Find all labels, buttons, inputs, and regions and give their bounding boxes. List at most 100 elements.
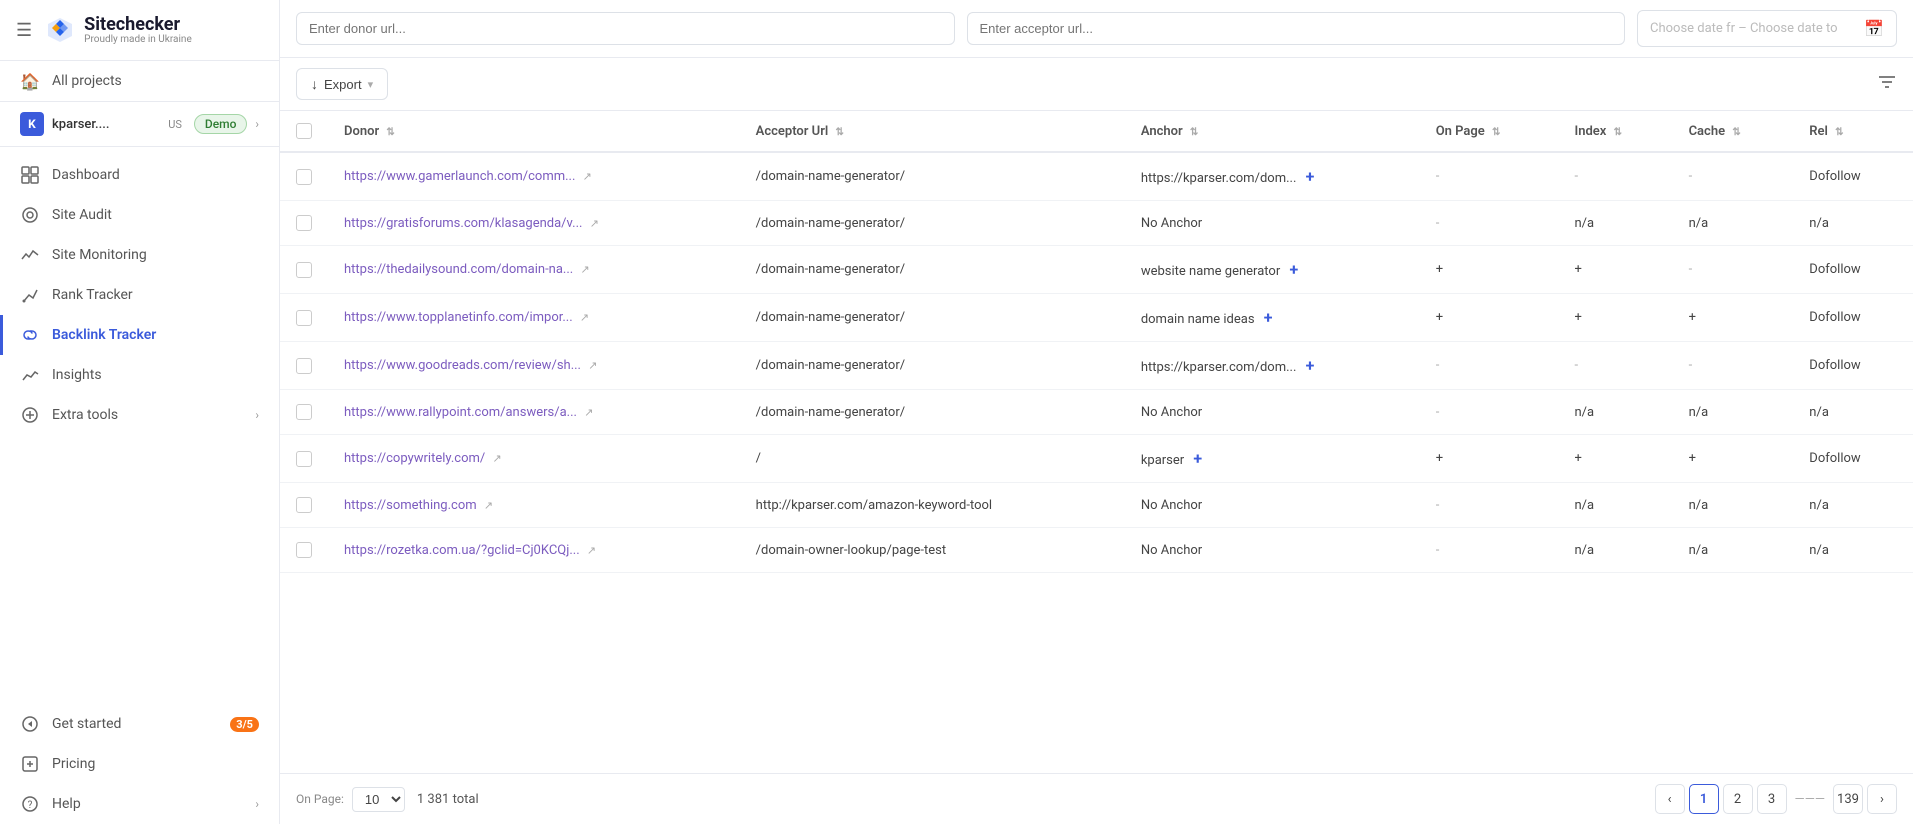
logo-text: Sitechecker xyxy=(84,16,192,34)
sidebar-item-pricing[interactable]: Pricing xyxy=(0,744,279,784)
row-checkbox[interactable] xyxy=(296,262,312,278)
on-page-value: - xyxy=(1436,216,1440,231)
on-page-column-header[interactable]: On Page ⇅ xyxy=(1420,111,1559,152)
external-link-icon: ↗ xyxy=(587,544,596,557)
project-chevron-icon[interactable]: › xyxy=(255,117,259,131)
donor-cell: https://something.com ↗ xyxy=(328,483,740,528)
prev-page-button[interactable]: ‹ xyxy=(1655,784,1685,814)
date-range-input[interactable]: Choose date fr – Choose date to 📅 xyxy=(1637,10,1897,47)
cache-value: n/a xyxy=(1689,543,1709,558)
acceptor-url-input[interactable] xyxy=(967,12,1626,45)
rel-value: n/a xyxy=(1809,543,1829,558)
anchor-expand-button[interactable]: + xyxy=(1289,260,1298,279)
project-name: kparser.... xyxy=(52,117,160,132)
cache-column-header[interactable]: Cache ⇅ xyxy=(1673,111,1794,152)
donor-link[interactable]: https://www.rallypoint.com/answers/a... xyxy=(344,405,577,420)
on-page-cell: - xyxy=(1420,342,1559,390)
sidebar-item-insights[interactable]: Insights xyxy=(0,355,279,395)
pricing-icon xyxy=(20,754,40,774)
row-checkbox[interactable] xyxy=(296,215,312,231)
sidebar-item-extra-tools[interactable]: Extra tools › xyxy=(0,395,279,435)
row-checkbox[interactable] xyxy=(296,404,312,420)
acceptor-url-value: /domain-name-generator/ xyxy=(756,358,905,373)
sidebar-item-label: Site Audit xyxy=(52,207,259,223)
anchor-expand-button[interactable]: + xyxy=(1306,167,1315,186)
on-page-cell: + xyxy=(1420,294,1559,342)
row-checkbox[interactable] xyxy=(296,358,312,374)
row-checkbox[interactable] xyxy=(296,310,312,326)
acceptor-url-value: /domain-name-generator/ xyxy=(756,405,905,420)
select-all-checkbox[interactable] xyxy=(296,123,312,139)
row-checkbox[interactable] xyxy=(296,542,312,558)
donor-link[interactable]: https://www.goodreads.com/review/sh... xyxy=(344,358,581,373)
cache-label: Cache xyxy=(1689,124,1726,139)
donor-link[interactable]: https://gratisforums.com/klasagenda/v... xyxy=(344,216,582,231)
anchor-cell: https://kparser.com/dom... + xyxy=(1125,342,1420,390)
index-column-header[interactable]: Index ⇅ xyxy=(1558,111,1672,152)
index-cell: + xyxy=(1558,294,1672,342)
filter-icon[interactable] xyxy=(1877,73,1897,96)
rank-tracker-icon xyxy=(20,285,40,305)
table-container: Donor ⇅ Acceptor Url ⇅ Anchor ⇅ On Page … xyxy=(280,111,1913,773)
table-row: https://something.com ↗ http://kparser.c… xyxy=(280,483,1913,528)
next-page-button[interactable]: › xyxy=(1867,784,1897,814)
rel-column-header[interactable]: Rel ⇅ xyxy=(1793,111,1913,152)
page-1-button[interactable]: 1 xyxy=(1689,784,1719,814)
table-row: https://copywritely.com/ ↗ / kparser + +… xyxy=(280,435,1913,483)
cache-cell: n/a xyxy=(1673,201,1794,246)
row-checkbox[interactable] xyxy=(296,497,312,513)
acceptor-url-cell: /domain-owner-lookup/page-test xyxy=(740,528,1125,573)
sidebar-item-help[interactable]: ? Help › xyxy=(0,784,279,824)
extra-tools-icon xyxy=(20,405,40,425)
topbar: Choose date fr – Choose date to 📅 xyxy=(280,0,1913,58)
hamburger-icon[interactable]: ☰ xyxy=(16,20,32,41)
cache-value: n/a xyxy=(1689,216,1709,231)
anchor-expand-button[interactable]: + xyxy=(1193,449,1202,468)
page-size-select[interactable]: 10 25 50 xyxy=(352,787,405,812)
row-checkbox-cell xyxy=(280,342,328,390)
donor-cell: https://rozetka.com.ua/?gclid=Cj0KCQj...… xyxy=(328,528,740,573)
anchor-cell: https://kparser.com/dom... + xyxy=(1125,152,1420,201)
rel-cell: n/a xyxy=(1793,201,1913,246)
index-cell: + xyxy=(1558,435,1672,483)
donor-link[interactable]: https://copywritely.com/ xyxy=(344,451,485,466)
sidebar-item-get-started[interactable]: Get started 3/5 xyxy=(0,704,279,744)
on-page-value: - xyxy=(1436,358,1440,373)
export-button[interactable]: ↓ Export ▾ xyxy=(296,68,388,100)
acceptor-url-cell: http://kparser.com/amazon-keyword-tool xyxy=(740,483,1125,528)
anchor-value: https://kparser.com/dom... xyxy=(1141,360,1297,375)
index-value: - xyxy=(1574,169,1578,184)
donor-link[interactable]: https://www.gamerlaunch.com/comm... xyxy=(344,169,575,184)
donor-link[interactable]: https://www.topplanetinfo.com/impor... xyxy=(344,310,573,325)
last-page-button[interactable]: 139 xyxy=(1833,784,1863,814)
donor-link[interactable]: https://something.com xyxy=(344,498,477,513)
table-row: https://www.goodreads.com/review/sh... ↗… xyxy=(280,342,1913,390)
page-2-button[interactable]: 2 xyxy=(1723,784,1753,814)
sidebar-item-label: Backlink Tracker xyxy=(52,327,259,343)
donor-link[interactable]: https://thedailysound.com/domain-na... xyxy=(344,262,573,277)
anchor-label: Anchor xyxy=(1141,124,1183,139)
donor-column-header[interactable]: Donor ⇅ xyxy=(328,111,740,152)
sidebar-item-site-audit[interactable]: Site Audit xyxy=(0,195,279,235)
sidebar-item-site-monitoring[interactable]: Site Monitoring xyxy=(0,235,279,275)
rel-value: Dofollow xyxy=(1809,451,1860,466)
sidebar-item-rank-tracker[interactable]: Rank Tracker xyxy=(0,275,279,315)
index-value: n/a xyxy=(1574,405,1594,420)
acceptor-url-column-header[interactable]: Acceptor Url ⇅ xyxy=(740,111,1125,152)
on-page-cell: - xyxy=(1420,483,1559,528)
donor-url-input[interactable] xyxy=(296,12,955,45)
sidebar-item-all-projects[interactable]: 🏠 All projects xyxy=(0,61,279,101)
sidebar-header: ☰ Sitechecker Proudly made in Ukraine xyxy=(0,0,279,61)
index-cell: n/a xyxy=(1558,201,1672,246)
anchor-expand-button[interactable]: + xyxy=(1306,356,1315,375)
sidebar-item-backlink-tracker[interactable]: Backlink Tracker xyxy=(0,315,279,355)
anchor-column-header[interactable]: Anchor ⇅ xyxy=(1125,111,1420,152)
donor-link[interactable]: https://rozetka.com.ua/?gclid=Cj0KCQj... xyxy=(344,543,580,558)
main-content: Choose date fr – Choose date to 📅 ↓ Expo… xyxy=(280,0,1913,824)
page-3-button[interactable]: 3 xyxy=(1757,784,1787,814)
anchor-expand-button[interactable]: + xyxy=(1264,308,1273,327)
sidebar-item-dashboard[interactable]: Dashboard xyxy=(0,155,279,195)
row-checkbox[interactable] xyxy=(296,451,312,467)
row-checkbox[interactable] xyxy=(296,169,312,185)
external-link-icon: ↗ xyxy=(493,452,502,465)
